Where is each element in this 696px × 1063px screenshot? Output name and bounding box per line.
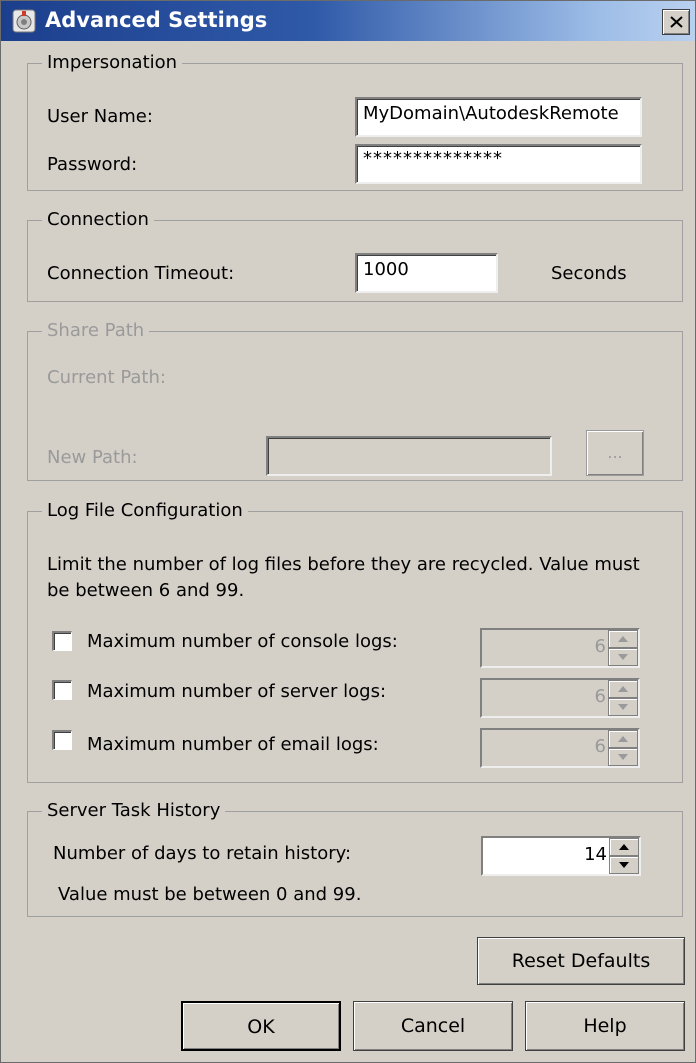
reset-defaults-button[interactable]: Reset Defaults	[477, 937, 685, 985]
share-path-legend: Share Path	[42, 318, 150, 344]
email-logs-value: 6	[594, 736, 606, 757]
app-icon	[12, 9, 36, 33]
user-name-input[interactable]: MyDomain\AutodeskRemote	[355, 97, 642, 137]
arrow-up-icon	[618, 686, 628, 692]
password-label: Password:	[47, 154, 138, 175]
email-logs-increment-button[interactable]	[608, 730, 638, 748]
connection-group: Connection Connection Timeout: 1000 Seco…	[27, 207, 683, 302]
ok-button[interactable]: OK	[181, 1001, 341, 1051]
window-title: Advanced Settings	[45, 8, 268, 32]
title-bar[interactable]: Advanced Settings	[1, 1, 695, 41]
connection-legend: Connection	[42, 207, 154, 233]
arrow-down-icon	[618, 754, 628, 760]
server-task-history-legend: Server Task History	[42, 798, 226, 824]
server-logs-checkbox[interactable]	[52, 680, 72, 700]
console-logs-value: 6	[594, 636, 606, 657]
log-files-description: Limit the number of log files before the…	[47, 554, 640, 601]
console-logs-label: Maximum number of console logs:	[87, 631, 398, 652]
arrow-up-icon	[619, 844, 629, 850]
new-path-label: New Path:	[47, 447, 138, 468]
retain-history-hint: Value must be between 0 and 99.	[58, 884, 362, 905]
new-path-input[interactable]	[266, 436, 552, 476]
retain-history-value: 14	[584, 844, 607, 865]
retain-history-spinner[interactable]: 14	[481, 836, 641, 876]
email-logs-label: Maximum number of email logs:	[87, 734, 379, 755]
current-path-label: Current Path:	[47, 367, 166, 388]
arrow-down-icon	[619, 862, 629, 868]
connection-timeout-input[interactable]: 1000	[355, 253, 498, 293]
console-logs-checkbox[interactable]	[52, 631, 72, 651]
log-file-configuration-legend: Log File Configuration	[42, 498, 248, 524]
retain-history-decrement-button[interactable]	[609, 856, 639, 874]
close-button[interactable]	[662, 9, 690, 35]
impersonation-legend: Impersonation	[42, 50, 183, 76]
arrow-down-icon	[618, 654, 628, 660]
server-logs-decrement-button[interactable]	[608, 698, 638, 716]
impersonation-group: Impersonation User Name: MyDomain\Autode…	[27, 50, 683, 191]
arrow-up-icon	[618, 736, 628, 742]
console-logs-spinner[interactable]: 6	[480, 628, 640, 668]
retain-history-label: Number of days to retain history:	[53, 843, 352, 864]
password-input[interactable]: **************	[355, 144, 642, 184]
connection-timeout-label: Connection Timeout:	[47, 263, 235, 284]
server-logs-spinner[interactable]: 6	[480, 678, 640, 718]
advanced-settings-dialog: Advanced Settings Impersonation User Nam…	[0, 0, 696, 1063]
email-logs-checkbox[interactable]	[52, 730, 72, 750]
browse-button[interactable]: ...	[586, 430, 644, 476]
close-icon	[670, 16, 683, 28]
arrow-up-icon	[618, 636, 628, 642]
arrow-down-icon	[618, 704, 628, 710]
server-logs-label: Maximum number of server logs:	[87, 681, 387, 702]
email-logs-decrement-button[interactable]	[608, 748, 638, 766]
server-logs-value: 6	[594, 686, 606, 707]
retain-history-increment-button[interactable]	[609, 838, 639, 856]
user-name-label: User Name:	[47, 106, 153, 127]
share-path-group: Share Path Current Path: New Path: ...	[27, 318, 683, 481]
log-file-configuration-group: Log File Configuration Limit the number …	[27, 498, 683, 783]
cancel-button[interactable]: Cancel	[353, 1001, 513, 1051]
console-logs-increment-button[interactable]	[608, 630, 638, 648]
email-logs-spinner[interactable]: 6	[480, 728, 640, 768]
server-logs-increment-button[interactable]	[608, 680, 638, 698]
seconds-unit-label: Seconds	[551, 263, 627, 284]
console-logs-decrement-button[interactable]	[608, 648, 638, 666]
help-button[interactable]: Help	[525, 1001, 685, 1051]
server-task-history-group: Server Task History Number of days to re…	[27, 798, 683, 917]
